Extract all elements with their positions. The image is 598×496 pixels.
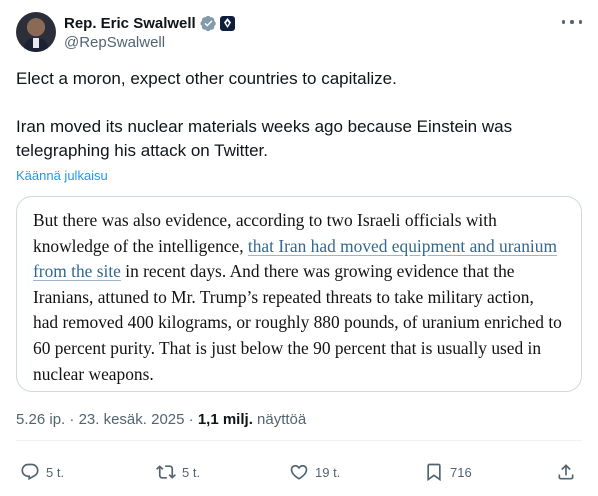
like-button[interactable]: 19 t.: [289, 457, 340, 487]
tweet-date[interactable]: 23. kesäk. 2025: [79, 411, 185, 428]
avatar-shirt: [33, 38, 39, 48]
more-dots-icon[interactable]: [562, 14, 582, 30]
view-count: 1,1 milj.: [197, 411, 253, 428]
avatar[interactable]: [16, 12, 56, 52]
meta-separator: ·: [69, 411, 75, 428]
tweet-time[interactable]: 5.26 ip.: [16, 411, 65, 428]
tweet-text: Elect a moron, expect other countries to…: [16, 67, 576, 163]
translate-link[interactable]: Käännä julkaisu: [16, 168, 108, 183]
repost-button[interactable]: 5 t.: [156, 457, 200, 487]
divider: [16, 440, 582, 441]
repost-count: 5 t.: [182, 464, 201, 480]
heart-icon: [290, 464, 308, 480]
quote-image-card[interactable]: But there was also evidence, according t…: [16, 196, 582, 392]
verified-badge-icon[interactable]: [200, 15, 217, 32]
more-dot: [570, 20, 574, 24]
tweet-paragraph: Iran moved its nuclear materials weeks a…: [16, 117, 513, 160]
bookmark-count: 716: [450, 464, 472, 480]
tweet-header: Rep. Eric Swalwell @RepSwalwell: [16, 12, 582, 54]
views-label: näyttöä: [257, 411, 307, 428]
reply-icon: [21, 463, 39, 481]
more-dot: [562, 20, 566, 24]
more-dot: [578, 20, 582, 24]
meta-separator: ·: [188, 411, 194, 428]
reply-count: 5 t.: [46, 464, 65, 480]
reply-button[interactable]: 5 t.: [20, 457, 64, 487]
tweet-paragraph: Elect a moron, expect other countries to…: [16, 69, 397, 88]
tweet-meta: 5.26 ip. · 23. kesäk. 2025 · 1,1 milj. n…: [16, 411, 306, 428]
bookmark-icon: [427, 463, 441, 482]
article-excerpt: But there was also evidence, according t…: [33, 208, 563, 387]
like-count: 19 t.: [315, 464, 341, 480]
bookmark-button[interactable]: 716: [424, 457, 472, 487]
share-button[interactable]: [556, 457, 576, 487]
author-name[interactable]: Rep. Eric Swalwell: [64, 15, 196, 32]
share-icon: [558, 464, 574, 480]
author-handle[interactable]: @RepSwalwell: [64, 34, 165, 51]
repost-icon: [156, 465, 176, 479]
government-badge-icon[interactable]: [219, 15, 235, 31]
action-bar: 5 t. 5 t. 19 t. 716: [16, 457, 582, 487]
name-row: Rep. Eric Swalwell: [64, 13, 235, 33]
